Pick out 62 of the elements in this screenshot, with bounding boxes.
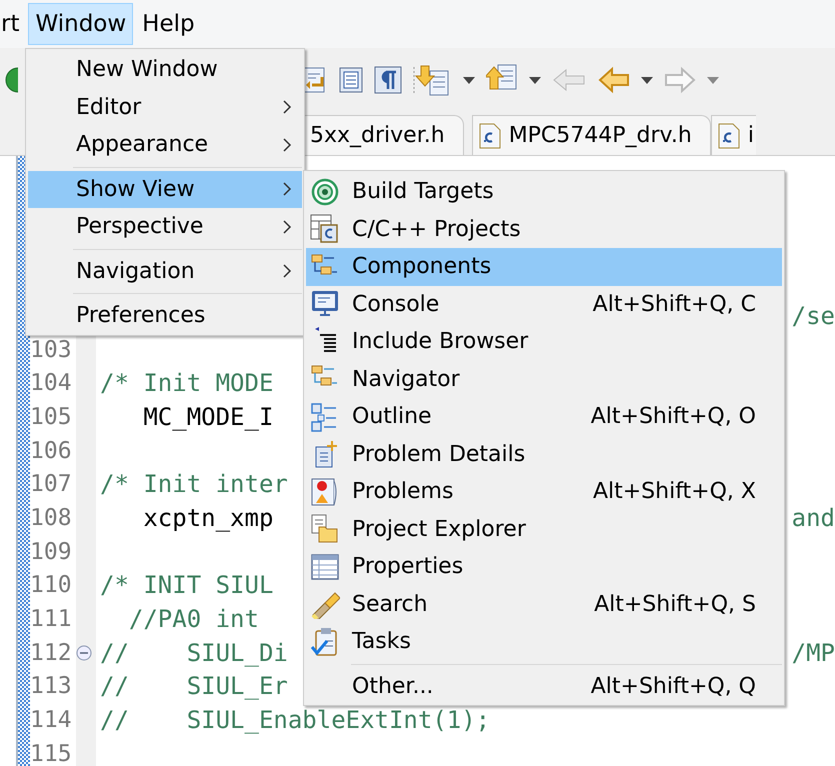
menu-item[interactable]: Preferences xyxy=(28,297,302,334)
code-text: /se xyxy=(792,304,835,328)
menu-item[interactable]: Search Alt+Shift+Q, S xyxy=(306,586,782,623)
menu-item[interactable]: Editor xyxy=(28,88,302,126)
menu-item[interactable]: Perspective xyxy=(28,208,302,246)
editor-tab[interactable]: i xyxy=(710,115,756,155)
menu-item[interactable]: C/C++ Projects xyxy=(306,210,782,248)
menu-item[interactable]: Console Alt+Shift+Q, C xyxy=(306,286,782,323)
code-text: xcptn_xmp xyxy=(142,506,274,530)
code-text: MC_MODE_I xyxy=(142,404,274,429)
pilcrow-icon[interactable] xyxy=(374,65,402,95)
folder-document-icon xyxy=(310,514,340,544)
menu-item[interactable]: Components xyxy=(306,248,782,286)
code-text: // SIUL_Er xyxy=(99,674,288,698)
line-number: 104 xyxy=(30,370,72,396)
line-number: 111 xyxy=(30,606,72,632)
menu-item[interactable]: Tasks xyxy=(306,623,782,660)
menu-item[interactable]: Properties xyxy=(306,548,782,586)
table-icon xyxy=(310,552,340,582)
menu-item[interactable]: Other... Alt+Shift+Q, Q xyxy=(306,668,782,705)
code-text: // SIUL_EnableExtInt(1); xyxy=(99,708,490,732)
back-arrow-icon[interactable] xyxy=(598,65,630,95)
list-icon[interactable] xyxy=(338,65,364,95)
menu-item[interactable]: Help xyxy=(135,3,202,45)
menu-item[interactable]: rt xyxy=(0,3,26,45)
code-text: /* INIT SIUL xyxy=(99,573,274,598)
line-number: 114 xyxy=(30,707,72,734)
menu-item[interactable]: Show View xyxy=(28,170,302,208)
menu-item[interactable]: Include Browser xyxy=(306,323,782,360)
collapse-icon[interactable] xyxy=(76,644,92,661)
menu-item[interactable]: Problems Alt+Shift+Q, X xyxy=(306,473,782,510)
menu-item[interactable]: Problem Details xyxy=(306,436,782,473)
editor-tab[interactable]: 5xx_driver.h xyxy=(303,115,464,155)
line-number: 106 xyxy=(30,438,72,464)
line-number: 112 xyxy=(30,640,72,666)
code-text: /* Init inter xyxy=(99,472,288,496)
line-number: 113 xyxy=(30,673,72,700)
code-text: //PA0 int xyxy=(128,607,259,632)
menu-item[interactable]: Project Explorer xyxy=(306,510,782,548)
line-number: 103 xyxy=(30,336,72,363)
tasks-icon xyxy=(310,626,340,657)
line-number: 105 xyxy=(30,404,72,430)
line-number: 107 xyxy=(30,471,72,498)
line-number: 115 xyxy=(30,740,72,766)
menu-item[interactable]: New Window xyxy=(28,51,302,88)
menu-item[interactable]: Window xyxy=(28,3,134,45)
code-text: /MP xyxy=(792,640,835,665)
menu-item[interactable]: Build Targets xyxy=(306,173,782,210)
line-number: 108 xyxy=(30,504,72,531)
project-table-icon xyxy=(310,214,340,244)
line-number: 109 xyxy=(30,538,72,565)
menu-item[interactable]: Navigator xyxy=(306,360,782,398)
editor-tab[interactable]: MPC5744P_drv.h xyxy=(472,115,711,155)
code-text: /* Init MODE xyxy=(99,371,274,396)
target-icon xyxy=(310,176,340,207)
menu-item[interactable]: Appearance xyxy=(28,126,302,164)
code-text: and xyxy=(792,506,835,530)
line-number: 110 xyxy=(30,572,72,598)
code-text: // SIUL_Di xyxy=(99,640,288,665)
forward-arrow-icon xyxy=(664,65,696,95)
menu-item[interactable]: Outline Alt+Shift+Q, O xyxy=(306,398,782,436)
menu-item[interactable]: Navigation xyxy=(28,252,302,290)
